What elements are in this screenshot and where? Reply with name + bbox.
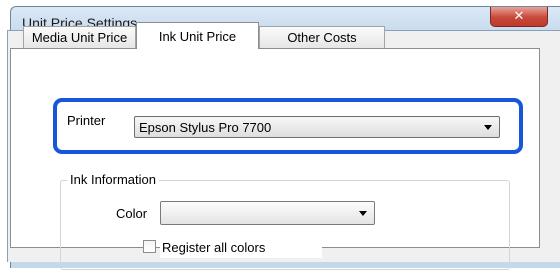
printer-label: Printer (64, 111, 108, 130)
color-select[interactable] (160, 201, 375, 225)
register-all-colors-checkbox[interactable] (143, 240, 156, 253)
tab-label: Other Costs (287, 30, 356, 45)
printer-selected-value: Epson Stylus Pro 7700 (139, 120, 271, 135)
tab-label: Ink Unit Price (159, 29, 236, 44)
tab-label: Media Unit Price (32, 30, 127, 45)
printer-select[interactable]: Epson Stylus Pro 7700 (134, 116, 500, 138)
chevron-down-icon (359, 211, 367, 216)
tab-strip: Media Unit Price Ink Unit Price Other Co… (10, 22, 530, 48)
color-label: Color (116, 206, 147, 221)
tab-other-costs[interactable]: Other Costs (259, 26, 385, 48)
register-all-colors-label[interactable]: Register all colors (160, 238, 322, 258)
tab-ink-unit-price[interactable]: Ink Unit Price (136, 22, 259, 49)
tab-media-unit-price[interactable]: Media Unit Price (23, 26, 136, 48)
chevron-down-icon (484, 125, 492, 130)
ink-information-label: Ink Information (67, 172, 159, 187)
